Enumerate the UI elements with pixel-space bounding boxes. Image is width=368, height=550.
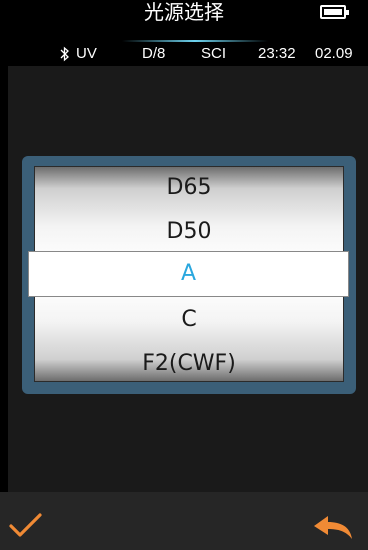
bluetooth-icon xyxy=(60,42,70,66)
illuminant-option-f2-cwf[interactable]: F2(CWF) xyxy=(34,342,344,386)
back-arrow-icon xyxy=(314,516,352,539)
illuminant-option-c[interactable]: C xyxy=(34,298,344,342)
device-screen: 光源选择 UV D/8 SCI 23:32 02.09 D65 D50 A C … xyxy=(0,0,368,550)
status-row: UV D/8 SCI 23:32 02.09 xyxy=(0,42,368,66)
back-button[interactable] xyxy=(310,512,356,542)
illuminant-option-d50[interactable]: D50 xyxy=(34,210,344,254)
clock-time: 23:32 xyxy=(258,45,296,62)
checkmark-icon xyxy=(9,513,42,537)
confirm-button[interactable] xyxy=(8,510,44,540)
uv-indicator: UV xyxy=(76,45,97,62)
page-title: 光源选择 xyxy=(144,0,224,24)
title-bar: 光源选择 xyxy=(0,0,368,42)
illuminant-option-a-selected[interactable]: A xyxy=(28,251,349,297)
geometry-indicator: D/8 xyxy=(142,45,166,62)
clock-date: 02.09 xyxy=(315,45,353,62)
mode-indicator: SCI xyxy=(201,45,227,62)
illuminant-option-d65[interactable]: D65 xyxy=(34,166,344,210)
battery-icon xyxy=(320,5,349,19)
